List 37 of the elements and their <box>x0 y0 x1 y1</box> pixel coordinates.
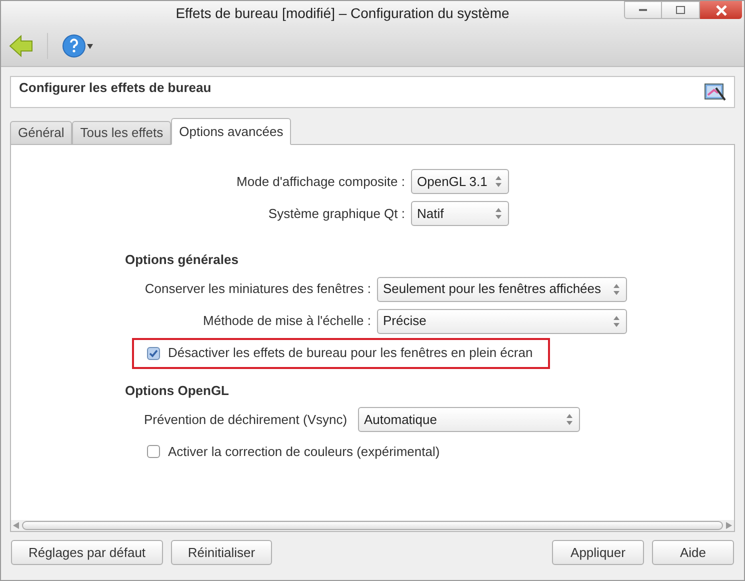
checkbox[interactable] <box>147 445 160 458</box>
field-label: Mode d'affichage composite : <box>236 172 405 191</box>
help-icon[interactable] <box>62 34 94 58</box>
dropdown[interactable]: Automatique <box>358 407 580 432</box>
spinner-arrows-icon <box>613 282 620 296</box>
spinner-arrows-icon <box>495 207 502 220</box>
tab[interactable]: Général <box>10 121 72 145</box>
window-title: Effets de bureau [modifié] – Configuration du système <box>176 4 510 23</box>
dropdown[interactable]: Seulement pour les fenêtres affichées <box>377 276 627 302</box>
tab[interactable]: Options avancées <box>171 118 292 145</box>
dialog-button[interactable]: Appliquer <box>552 540 644 565</box>
close-button[interactable] <box>700 1 742 19</box>
checkbox-label: Activer la correction de couleurs (expérimental) <box>168 442 440 461</box>
field-label: Conserver les miniatures des fenêtres : <box>144 280 371 298</box>
spinner-arrows-icon <box>613 314 620 328</box>
field-label: Prévention de déchirement (Vsync) <box>144 410 348 429</box>
checkbox[interactable] <box>147 346 160 360</box>
dropdown[interactable]: Précise <box>377 308 627 334</box>
field-label: Méthode de mise à l'échelle : <box>202 312 371 330</box>
spinner-arrows-icon <box>495 175 502 188</box>
field-label: Système graphique Qt : <box>267 204 405 223</box>
close-icon <box>716 4 726 16</box>
section-heading: Options OpenGL <box>125 382 229 398</box>
page-heading: Configurer les effets de bureau <box>19 79 212 98</box>
dialog-button[interactable]: Aide <box>652 540 734 565</box>
minimize-button[interactable] <box>624 1 662 19</box>
dropdown[interactable]: Natif <box>411 201 509 226</box>
desktop-effects-icon <box>704 82 726 102</box>
maximize-button[interactable] <box>662 1 700 19</box>
check-icon <box>149 348 158 358</box>
section-heading: Options générales <box>125 252 238 267</box>
dialog-button[interactable]: Réinitialiser <box>171 540 272 565</box>
checkbox-label: Désactiver les effets de bureau pour les fenêtres en plein écran <box>168 344 533 362</box>
dialog-button[interactable]: Réglages par défaut <box>11 540 163 565</box>
dropdown[interactable]: OpenGL 3.1 <box>411 169 509 194</box>
tab[interactable]: Tous les effets <box>72 121 172 145</box>
spinner-arrows-icon <box>566 413 573 426</box>
